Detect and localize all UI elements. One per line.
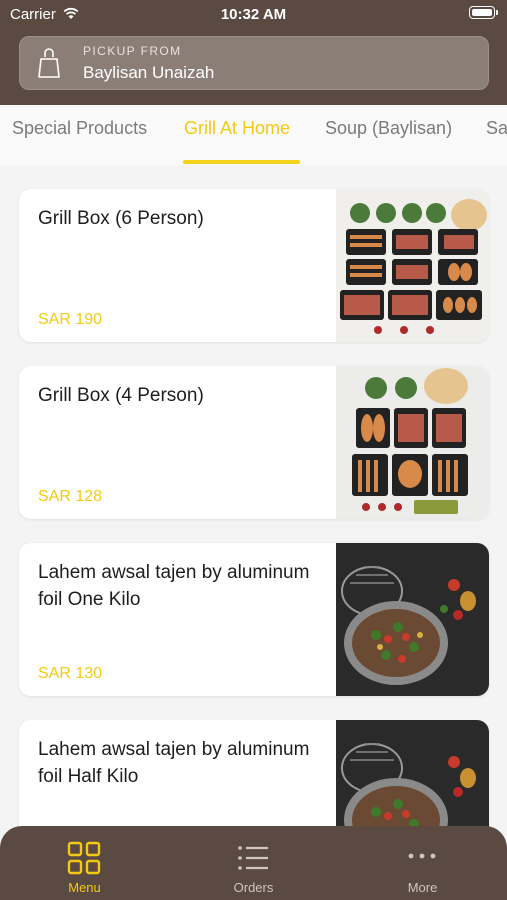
more-dots-icon — [408, 853, 436, 859]
pickup-location-selector[interactable]: PICKUP FROM Baylisan Unaizah — [19, 36, 489, 90]
tabbar-label: Menu — [68, 880, 101, 895]
product-card[interactable]: Lahem awsal tajen by aluminum foil One K… — [19, 543, 489, 696]
tab-grill-at-home[interactable]: Grill At Home — [184, 118, 290, 139]
app-header: Carrier 10:32 AM PICKUP FROM Baylisan Un… — [0, 0, 507, 105]
tab-soup-baylisan[interactable]: Soup (Baylisan) — [325, 118, 452, 139]
product-price: SAR 130 — [38, 665, 103, 682]
pickup-label: PICKUP FROM — [83, 44, 182, 58]
product-card[interactable]: Grill Box (6 Person) SAR 190 — [19, 189, 489, 342]
product-name: Lahem awsal tajen by aluminum foil Half … — [38, 739, 310, 787]
battery-icon — [469, 6, 498, 19]
product-price: SAR 190 — [38, 311, 103, 328]
tabbar-more[interactable]: More — [338, 826, 507, 900]
status-time: 10:32 AM — [220, 6, 287, 23]
product-name: Grill Box (4 Person) — [38, 385, 204, 406]
tabbar-label: More — [407, 880, 438, 895]
product-price: SAR 128 — [38, 488, 103, 505]
tabbar-menu[interactable]: Menu — [0, 826, 169, 900]
shopping-bag-icon — [38, 48, 60, 78]
grid-icon — [67, 841, 101, 875]
product-name: Grill Box (6 Person) — [38, 208, 204, 229]
bottom-tab-bar: Menu Orders More — [0, 826, 507, 900]
list-icon — [238, 846, 268, 870]
product-image — [336, 543, 489, 696]
tab-partial[interactable]: Sa — [486, 118, 507, 139]
status-bar: Carrier 10:32 AM — [0, 0, 507, 30]
active-tab-indicator — [183, 160, 300, 164]
product-card[interactable]: Grill Box (4 Person) SAR 128 — [19, 366, 489, 519]
product-image — [336, 189, 489, 342]
product-image — [336, 366, 489, 519]
product-name: Lahem awsal tajen by aluminum foil One K… — [38, 562, 310, 610]
category-tabs: Special Products Grill At Home Soup (Bay… — [0, 105, 507, 165]
tabbar-orders[interactable]: Orders — [169, 826, 338, 900]
tabbar-label: Orders — [233, 880, 274, 895]
tab-special-products[interactable]: Special Products — [12, 118, 147, 139]
pickup-location-name: Baylisan Unaizah — [83, 63, 215, 82]
